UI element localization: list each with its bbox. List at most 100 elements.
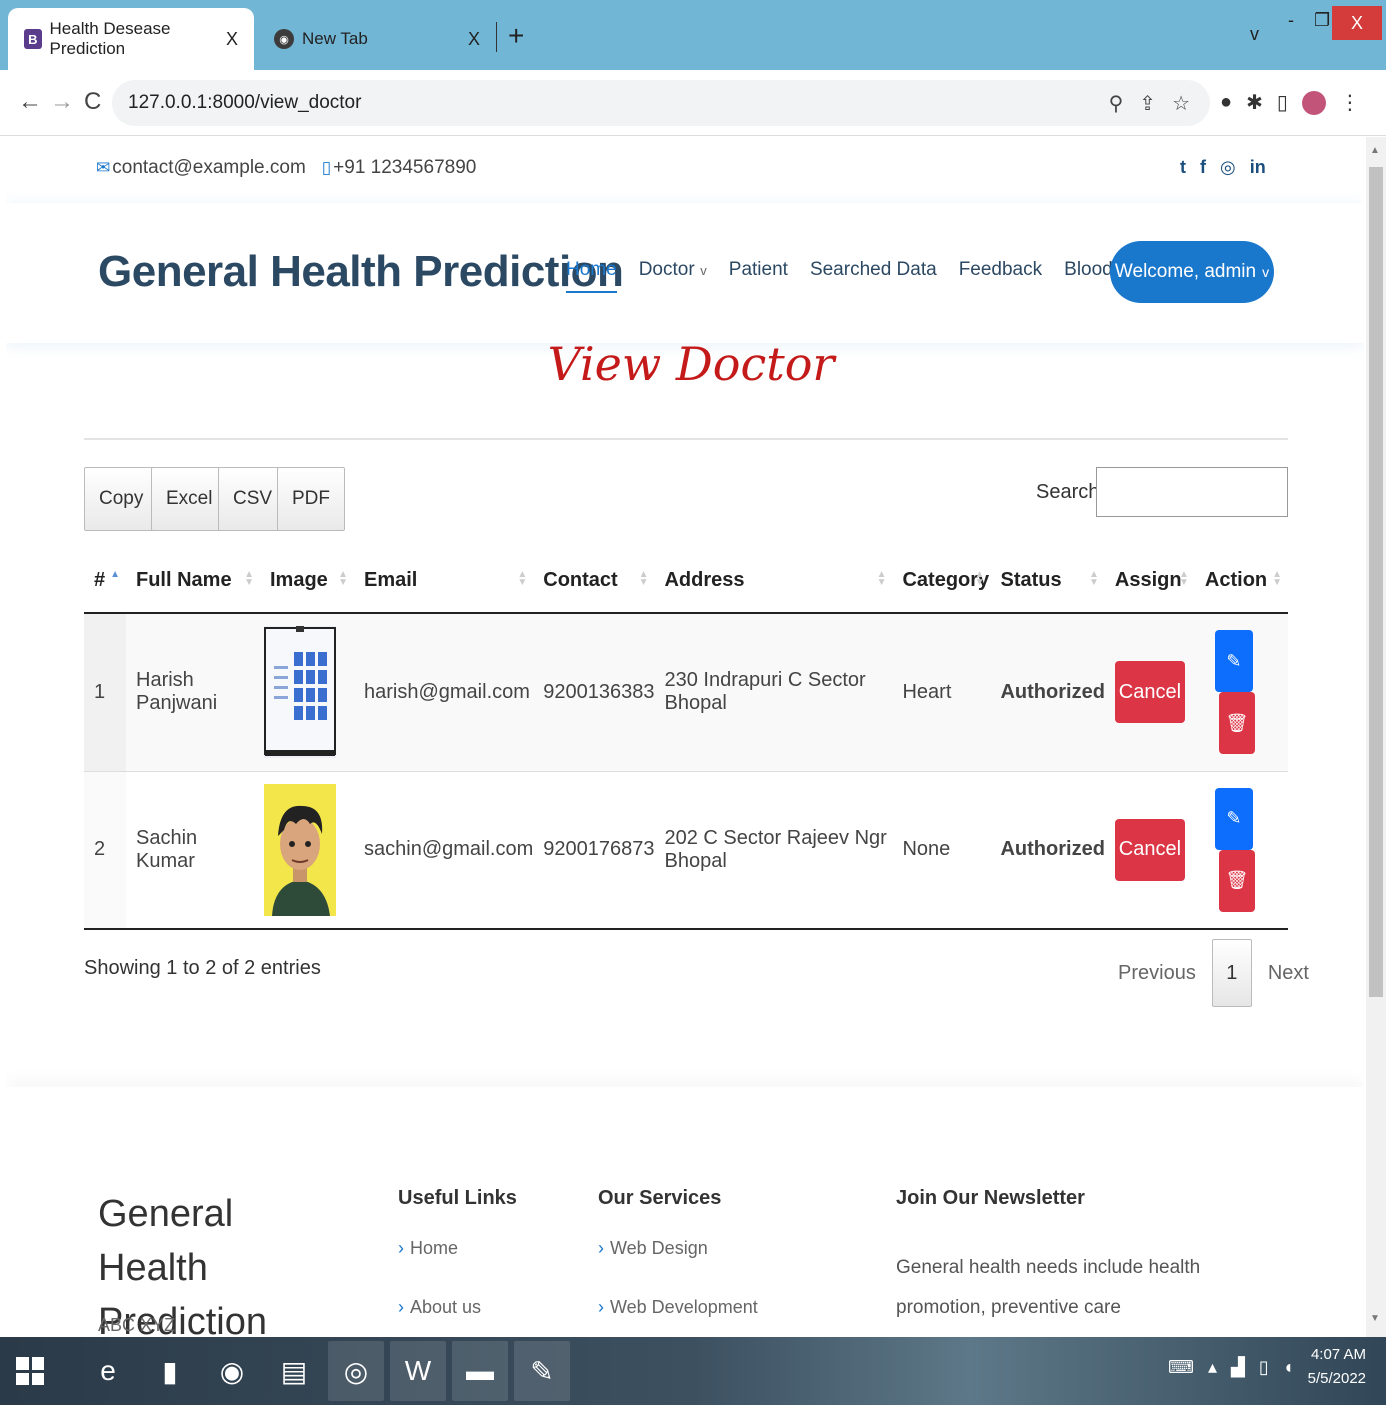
column-label: Full Name [136, 569, 232, 591]
profile-avatar-icon[interactable] [1301, 90, 1326, 115]
show-hidden-icons-icon[interactable]: ▴ [1208, 1357, 1217, 1378]
search-label: Search: [1036, 481, 1105, 503]
sort-icon: ▲ ▼ [1179, 569, 1189, 588]
file-explorer-icon[interactable]: ▤ [266, 1341, 322, 1401]
windows-taskbar: e ▮ ◉ ▤ ◎ W ▬ ✎ ⌨ ▴ ▟ ▯ ◖ 4:07 AM 5/5/20… [0, 1337, 1386, 1405]
keyboard-icon[interactable]: ⌨ [1168, 1357, 1194, 1378]
kebab-menu-icon[interactable]: ⋮ [1340, 90, 1360, 115]
nav-label: Home [566, 259, 617, 280]
column-header-image[interactable]: Image ▲ ▼ [260, 549, 354, 614]
footer-heading: Join Our Newsletter [896, 1187, 1085, 1209]
scrollbar-thumb[interactable] [1369, 167, 1383, 997]
column-header-category[interactable]: Category ▲ ▼ [892, 549, 991, 614]
column-header-status[interactable]: Status ▲ ▼ [990, 549, 1105, 614]
cancel-button[interactable]: Cancel [1114, 661, 1185, 724]
page-scrollbar[interactable]: ▲ ▼ [1366, 137, 1386, 1337]
copy-button[interactable]: Copy [84, 467, 159, 531]
nav-feedback[interactable]: Feedback [959, 259, 1042, 281]
cancel-button[interactable]: Cancel [1114, 818, 1185, 881]
trash-icon: 🗑 [1225, 712, 1249, 733]
page-1-button[interactable]: 1 [1211, 939, 1252, 1007]
column-header-action[interactable]: Action ▲ ▼ [1194, 549, 1288, 614]
nav-patient[interactable]: Patient [729, 259, 788, 281]
column-header-assign[interactable]: Assign ▲ ▼ [1104, 549, 1195, 614]
cell-image [260, 613, 354, 772]
column-header-address[interactable]: Address ▲ ▼ [654, 549, 893, 614]
sort-icon: ▲ ▼ [517, 569, 528, 588]
bookmark-star-icon[interactable]: ☆ [1172, 91, 1190, 116]
pdf-button[interactable]: PDF [277, 467, 345, 531]
contact-phone: ▯ +91 1234567890 [322, 157, 477, 179]
tab-close-icon[interactable]: X [468, 29, 480, 50]
site-logo[interactable]: General Health Prediction [98, 247, 624, 297]
chrome-icon[interactable]: ◎ [328, 1341, 384, 1401]
battery-icon[interactable]: ▯ [1259, 1357, 1269, 1378]
browser-tab-active[interactable]: B Health Desease Prediction X [8, 8, 254, 70]
footer-useful-links: Useful Links › Home › About us [398, 1187, 517, 1337]
instagram-icon[interactable]: ◎ [1220, 157, 1236, 178]
window-close-icon[interactable]: X [1332, 6, 1382, 40]
volume-icon[interactable]: ◖ [1283, 1357, 1294, 1378]
url-input[interactable]: i 127.0.0.1:8000/view_doctor ⚲ ⇪ ☆ [112, 80, 1210, 918]
footer-link-about[interactable]: › About us [398, 1297, 517, 1318]
scroll-up-icon[interactable]: ▲ [1370, 145, 1380, 156]
cell-email: sachin@gmail.com [354, 771, 534, 930]
tab-close-icon[interactable]: X [226, 29, 238, 50]
back-arrow-icon[interactable]: ← [18, 88, 42, 116]
firefox-icon[interactable]: ◉ [204, 1341, 260, 1401]
edge-icon[interactable]: e [80, 1341, 136, 1401]
column-header-number[interactable]: # ▲ [84, 549, 126, 614]
next-button[interactable]: Next [1252, 962, 1325, 985]
cell-category: Heart [892, 613, 991, 772]
notepad-plus-icon[interactable]: ✎ [514, 1341, 570, 1401]
reload-icon[interactable]: C [84, 88, 101, 116]
column-header-contact[interactable]: Contact ▲ ▼ [533, 549, 655, 614]
web-page: ✉ contact@example.com ▯ +91 1234567890 t f… [6, 137, 1364, 1337]
scroll-down-icon[interactable]: ▼ [1370, 1313, 1380, 1324]
puzzle-extensions-icon[interactable]: ✱ [1246, 90, 1263, 115]
excel-button[interactable]: Excel [151, 467, 228, 531]
nav-home[interactable]: Home [566, 259, 617, 293]
delete-button[interactable]: 🗑 [1218, 692, 1255, 755]
share-icon[interactable]: ⇪ [1139, 91, 1156, 116]
network-icon[interactable]: ▟ [1231, 1357, 1245, 1378]
edit-button[interactable]: ✎ [1214, 787, 1253, 850]
restore-icon[interactable]: ❐ [1314, 10, 1330, 31]
zoom-icon[interactable]: ⚲ [1109, 91, 1124, 116]
nav-searched-data[interactable]: Searched Data [810, 259, 937, 281]
delete-button[interactable]: 🗑 [1218, 849, 1255, 912]
footer-link-web-design[interactable]: › Web Design [598, 1238, 758, 1259]
nav-doctor[interactable]: Doctor v [639, 259, 707, 281]
side-panel-icon[interactable]: ▯ [1277, 90, 1288, 115]
minimize-icon[interactable]: - [1288, 10, 1294, 31]
clock[interactable]: 4:07 AM 5/5/2022 [1308, 1343, 1366, 1391]
previous-button[interactable]: Previous [1102, 962, 1212, 985]
windows-start-icon[interactable] [16, 1357, 44, 1385]
edit-button[interactable]: ✎ [1214, 630, 1253, 693]
facebook-icon[interactable]: f [1200, 157, 1206, 178]
cell-image [260, 771, 354, 930]
tab-search-chevron-icon[interactable]: v [1250, 24, 1259, 45]
email-link[interactable]: contact@example.com [112, 157, 306, 178]
table-row: 2 Sachin Kumar sachin@gmail.com 92001768… [84, 771, 1288, 930]
search-input[interactable] [1096, 467, 1288, 517]
twitter-icon[interactable]: t [1180, 157, 1186, 178]
footer-link-home[interactable]: › Home [398, 1238, 517, 1259]
word-icon[interactable]: W [390, 1341, 446, 1401]
forward-arrow-icon[interactable]: → [50, 88, 74, 116]
linkedin-icon[interactable]: in [1250, 157, 1266, 178]
browser-tab-bar: B Health Desease Prediction X ◉ New Tab … [0, 0, 1386, 70]
contact-info: ✉ contact@example.com ▯ +91 1234567890 [96, 157, 476, 179]
welcome-admin-button[interactable]: Welcome, admin v [1110, 241, 1274, 303]
terminal-icon[interactable]: ▬ [452, 1341, 508, 1401]
browser-tab-new[interactable]: ◉ New Tab X [258, 8, 496, 70]
link-label: Web Development [610, 1297, 758, 1317]
column-header-email[interactable]: Email ▲ ▼ [354, 549, 534, 614]
new-tab-plus-icon[interactable]: + [508, 20, 524, 52]
edit-icon: ✎ [1226, 808, 1242, 829]
footer-link-web-development[interactable]: › Web Development [598, 1297, 758, 1318]
column-header-full-name[interactable]: Full Name ▲ ▼ [126, 549, 260, 614]
notepad-icon[interactable]: ▮ [142, 1341, 198, 1401]
cell-full-name: Sachin Kumar [126, 771, 260, 930]
extension-icon[interactable]: ● [1220, 91, 1232, 114]
